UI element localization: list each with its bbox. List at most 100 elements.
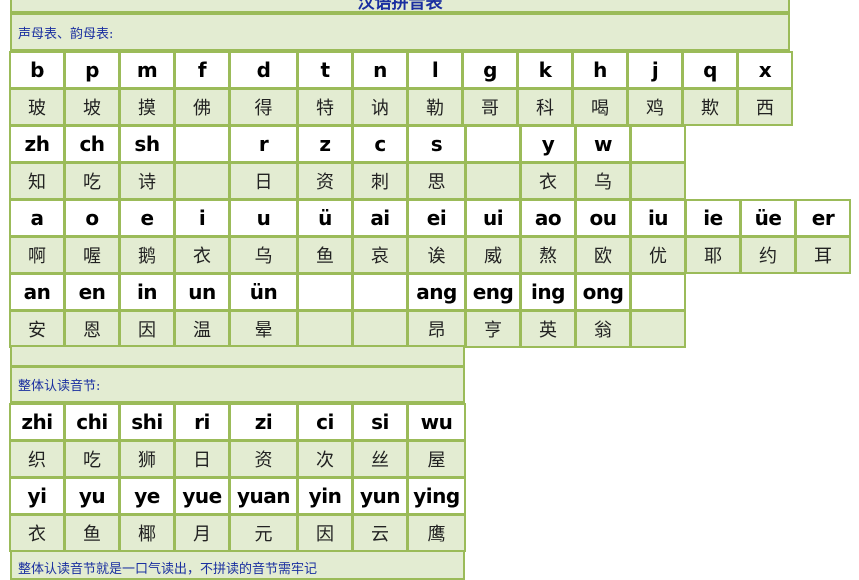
hanzi-cell: 欧 xyxy=(575,236,631,274)
zhengti-row-2-hanzi: 衣鱼椰月元因云鹰 xyxy=(9,514,466,552)
pinyin-cell xyxy=(630,125,686,163)
section-spacer xyxy=(10,345,465,367)
pinyin-cell: er xyxy=(795,199,851,237)
pinyin-cell: n xyxy=(352,51,408,89)
pinyin-cell: w xyxy=(575,125,631,163)
hanzi-cell: 科 xyxy=(517,88,573,126)
pinyin-cell: j xyxy=(627,51,683,89)
pinyin-cell: yin xyxy=(297,477,353,515)
hanzi-cell: 资 xyxy=(229,440,298,478)
hanzi-cell: 吃 xyxy=(64,440,120,478)
hanzi-cell: 丝 xyxy=(352,440,408,478)
hanzi-cell: 云 xyxy=(352,514,408,552)
hanzi-cell: 优 xyxy=(630,236,686,274)
pinyin-cell: si xyxy=(352,403,408,441)
pinyin-cell: q xyxy=(682,51,738,89)
hanzi-cell: 乌 xyxy=(575,162,631,200)
pinyin-cell: ün xyxy=(229,273,298,311)
pinyin-cell: yu xyxy=(64,477,120,515)
hanzi-cell: 知 xyxy=(9,162,65,200)
hanzi-cell: 衣 xyxy=(9,514,65,552)
hanzi-cell: 织 xyxy=(9,440,65,478)
hanzi-cell xyxy=(174,162,230,200)
pinyin-cell: in xyxy=(119,273,175,311)
pinyin-cell: un xyxy=(174,273,230,311)
yunmu-row-2-hanzi: 安恩因温晕 昂亨英翁 xyxy=(9,310,686,348)
pinyin-cell xyxy=(174,125,230,163)
shengmu-row-2-hanzi: 知吃诗 日资刺思 衣乌 xyxy=(9,162,686,200)
pinyin-cell: ch xyxy=(64,125,120,163)
hanzi-cell: 因 xyxy=(119,310,175,348)
hanzi-cell: 哥 xyxy=(462,88,518,126)
pinyin-cell: chi xyxy=(64,403,120,441)
pinyin-cell: i xyxy=(174,199,230,237)
pinyin-cell: en xyxy=(64,273,120,311)
hanzi-cell: 威 xyxy=(465,236,521,274)
hanzi-cell: 玻 xyxy=(9,88,65,126)
hanzi-cell: 熬 xyxy=(520,236,576,274)
hanzi-cell: 鹰 xyxy=(407,514,466,552)
hanzi-cell: 月 xyxy=(174,514,230,552)
pinyin-cell: ou xyxy=(575,199,631,237)
hanzi-cell: 衣 xyxy=(520,162,576,200)
hanzi-cell: 耶 xyxy=(685,236,741,274)
pinyin-cell: t xyxy=(297,51,353,89)
pinyin-cell: e xyxy=(119,199,175,237)
hanzi-cell: 安 xyxy=(9,310,65,348)
pinyin-cell: ong xyxy=(575,273,631,311)
pinyin-cell: l xyxy=(407,51,463,89)
hanzi-cell: 勒 xyxy=(407,88,463,126)
pinyin-cell: ye xyxy=(119,477,175,515)
hanzi-cell: 翁 xyxy=(575,310,631,348)
pinyin-cell xyxy=(352,273,408,311)
hanzi-cell: 喝 xyxy=(572,88,628,126)
section-label-shengmu-yunmu: 声母表、韵母表: xyxy=(10,13,790,51)
shengmu-row-1-hanzi: 玻坡摸佛得特讷勒哥科喝鸡欺西 xyxy=(9,88,793,126)
hanzi-cell: 耳 xyxy=(795,236,851,274)
section-label-zhengti: 整体认读音节: xyxy=(10,366,465,403)
hanzi-cell: 亨 xyxy=(465,310,521,348)
pinyin-cell: b xyxy=(9,51,65,89)
pinyin-cell xyxy=(297,273,353,311)
pinyin-cell: s xyxy=(407,125,466,163)
hanzi-cell: 坡 xyxy=(64,88,120,126)
pinyin-cell: ing xyxy=(520,273,576,311)
pinyin-cell: f xyxy=(174,51,230,89)
yunmu-row-2-pinyin: an en in un ün ang eng ing ong xyxy=(9,273,686,311)
hanzi-cell xyxy=(630,162,686,200)
pinyin-cell: ei xyxy=(407,199,466,237)
pinyin-cell: u xyxy=(229,199,298,237)
pinyin-cell: y xyxy=(520,125,576,163)
shengmu-row-2-pinyin: zh ch sh r z c s y w xyxy=(9,125,686,163)
table-title: 汉语拼音表 xyxy=(357,0,443,13)
hanzi-cell: 西 xyxy=(737,88,793,126)
pinyin-cell: an xyxy=(9,273,65,311)
pinyin-cell: yuan xyxy=(229,477,298,515)
hanzi-cell: 思 xyxy=(407,162,466,200)
hanzi-cell: 吃 xyxy=(64,162,120,200)
pinyin-cell: x xyxy=(737,51,793,89)
pinyin-cell: ci xyxy=(297,403,353,441)
hanzi-cell: 鸡 xyxy=(627,88,683,126)
hanzi-cell: 狮 xyxy=(119,440,175,478)
footer-note: 整体认读音节就是一口气读出，不拼读的音节需牢记 xyxy=(18,562,318,577)
pinyin-cell: zh xyxy=(9,125,65,163)
pinyin-cell: z xyxy=(297,125,353,163)
hanzi-cell: 哀 xyxy=(352,236,408,274)
hanzi-cell: 日 xyxy=(229,162,298,200)
pinyin-cell xyxy=(630,273,686,311)
hanzi-cell: 佛 xyxy=(174,88,230,126)
zhengti-row-2-pinyin: yi yu ye yue yuan yin yun ying xyxy=(9,477,466,515)
hanzi-cell: 诶 xyxy=(407,236,466,274)
hanzi-cell xyxy=(465,162,521,200)
pinyin-cell: m xyxy=(119,51,175,89)
hanzi-cell: 温 xyxy=(174,310,230,348)
hanzi-cell: 摸 xyxy=(119,88,175,126)
hanzi-cell: 欺 xyxy=(682,88,738,126)
zhengti-row-1-hanzi: 织吃狮日资次丝屋 xyxy=(9,440,466,478)
hanzi-cell: 英 xyxy=(520,310,576,348)
hanzi-cell: 鱼 xyxy=(297,236,353,274)
pinyin-cell: zi xyxy=(229,403,298,441)
pinyin-cell: zhi xyxy=(9,403,65,441)
hanzi-cell: 衣 xyxy=(174,236,230,274)
